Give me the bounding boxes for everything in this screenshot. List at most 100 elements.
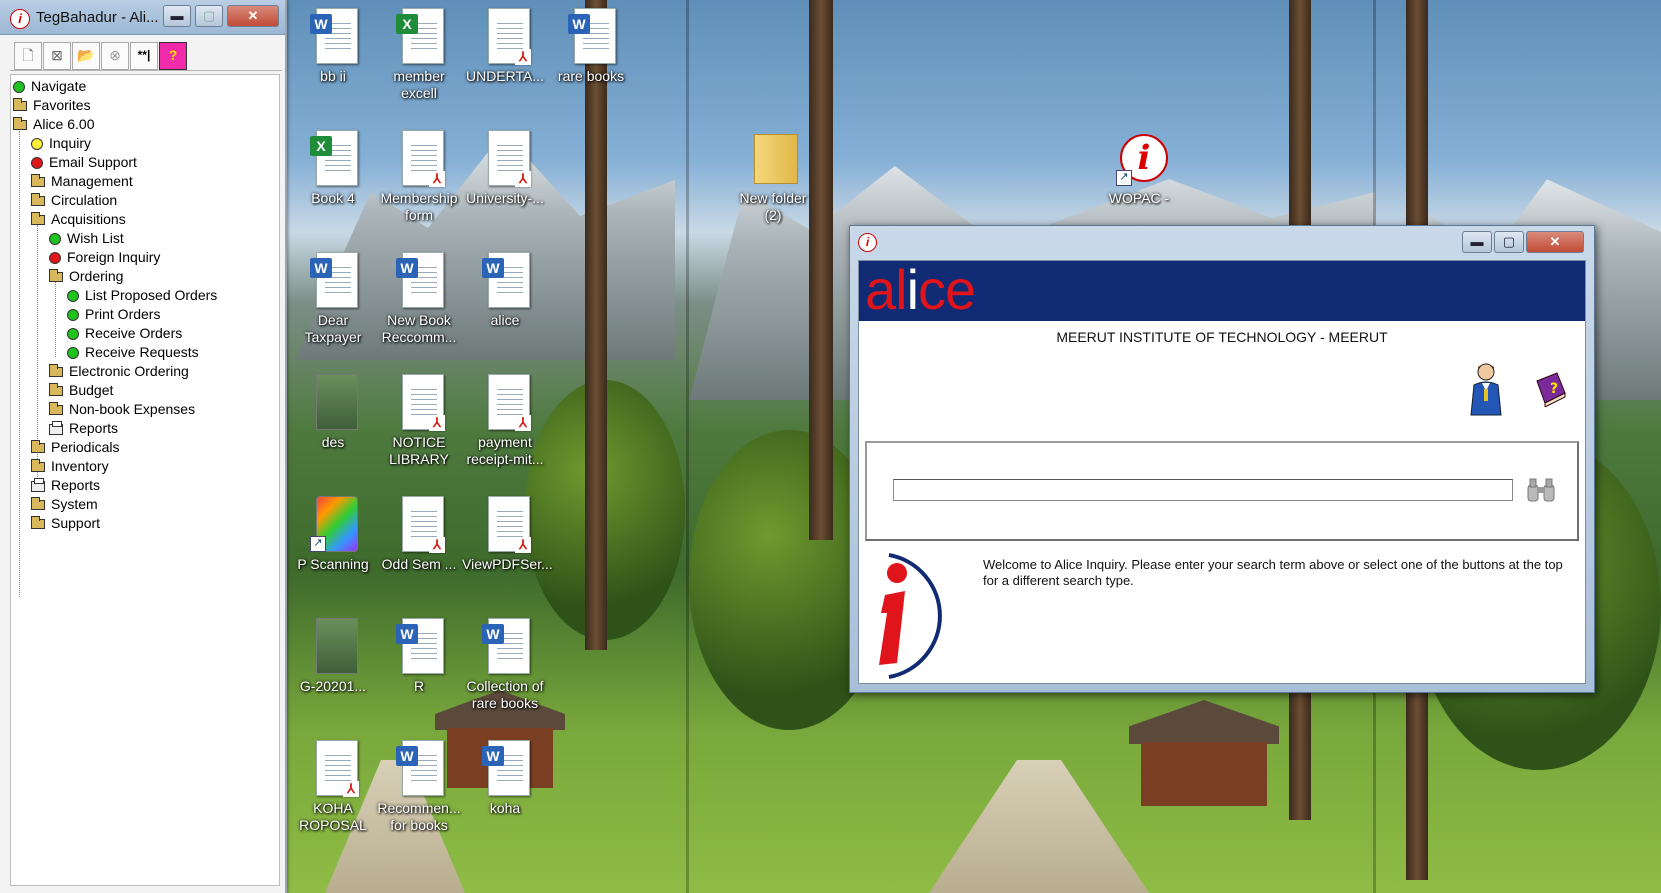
desktop-icon-label: koha (489, 800, 521, 816)
tree-connector (55, 281, 56, 357)
desktop-icon-excel[interactable]: X Book 4 (290, 130, 376, 207)
tree-item-email-support[interactable]: Email Support (31, 153, 137, 171)
desktop-icon-scanner[interactable]: ↗ P Scanning (290, 496, 376, 573)
librarian-icon[interactable] (1467, 361, 1505, 417)
desktop-icon-label: University-... (466, 190, 544, 206)
logo-part: al (865, 258, 908, 321)
help-icon[interactable]: ? (159, 42, 187, 70)
desktop-icon-word[interactable]: W New Book Reccomm... (376, 252, 462, 346)
tree-item-ordering[interactable]: Ordering (49, 267, 123, 285)
tree-item-electronic-ordering[interactable]: Electronic Ordering (49, 362, 189, 380)
desktop-icon-folder[interactable]: New folder (2) (730, 130, 816, 224)
tree-item-acquisitions[interactable]: Acquisitions (31, 210, 126, 228)
tree-item-reports[interactable]: Reports (49, 419, 118, 437)
tree-item-budget[interactable]: Budget (49, 381, 113, 399)
tree-item-system[interactable]: System (31, 495, 98, 513)
close-button[interactable]: ✕ (227, 5, 279, 27)
desktop-icon-pdf[interactable]: ⅄ UNDERTA... (462, 8, 548, 85)
tree-item-foreign-inquiry[interactable]: Foreign Inquiry (49, 248, 160, 266)
tree-item-non-book-expenses[interactable]: Non-book Expenses (49, 400, 195, 418)
tree-item-label: List Proposed Orders (85, 287, 218, 303)
tree-item-circulation[interactable]: Circulation (31, 191, 117, 209)
alice-banner: alice (859, 258, 1585, 321)
tree-item-label: Reports (69, 420, 119, 436)
desktop-icon-excel[interactable]: Xmember excell (376, 8, 462, 102)
desktop-icon-label: WOPAC - (1108, 190, 1170, 206)
pdf-file-icon: ⅄ (396, 130, 445, 187)
desktop-icon-label: UNDERTA... (465, 68, 545, 84)
tree-item-periodicals[interactable]: Periodicals (31, 438, 119, 456)
logo-part: ce (918, 258, 976, 321)
word-file-icon: W (310, 252, 358, 308)
desktop-icon-word[interactable]: Walice (462, 252, 548, 329)
maximize-button[interactable]: ▢ (195, 5, 223, 27)
tree-item-receive-orders[interactable]: Receive Orders (67, 324, 182, 342)
help-book-icon[interactable]: ? (1533, 371, 1567, 407)
tree-item-label: Reports (51, 477, 101, 493)
desktop-icon-word[interactable]: Wkoha (462, 740, 548, 817)
red-dot-icon (31, 157, 43, 170)
tree-item-favorites[interactable]: Favorites (13, 96, 91, 114)
search-input[interactable] (893, 479, 1513, 501)
desktop-icon-word[interactable]: W Collection of rare books (462, 618, 548, 712)
desktop-icon-label: P Scanning (297, 556, 369, 572)
word-file-icon: W (310, 8, 358, 64)
desktop-icon-label: Recommen... for books (377, 800, 461, 833)
inquiry-titlebar[interactable]: i ▬ ▢ ✕ (850, 226, 1594, 256)
tree-item-label: Non-book Expenses (69, 401, 196, 417)
printer-icon (49, 420, 63, 435)
desktop-icon-pdf[interactable]: ⅄ KOHA ROPOSAL (290, 740, 376, 834)
tree-item-label: System (51, 496, 98, 512)
tree-item-label: Inventory (51, 458, 109, 474)
desktop-icon-shortcut[interactable]: i ↗ WOPAC - (1096, 130, 1182, 207)
maximize-button[interactable]: ▢ (1494, 231, 1524, 253)
tree-item-management[interactable]: Management (31, 172, 133, 190)
folder-file-icon (750, 130, 798, 186)
minimize-button[interactable]: ▬ (1462, 231, 1492, 253)
desktop-icon-word[interactable]: WR (376, 618, 462, 695)
tree-item-list-proposed-orders[interactable]: List Proposed Orders (67, 286, 217, 304)
tree-item-receive-requests[interactable]: Receive Requests (67, 343, 199, 361)
desktop-icon-pdf[interactable]: ⅄ Membership form (376, 130, 462, 224)
desktop-icon-label: Odd Sem ... (381, 556, 457, 572)
desktop-icon-label: payment receipt-mit... (466, 434, 544, 467)
tree-item-inventory[interactable]: Inventory (31, 457, 109, 475)
binoculars-search-icon[interactable] (1525, 477, 1557, 503)
desktop-icon-image[interactable]: des (290, 374, 376, 451)
navigator-toolbar: 🗋 ⊠ 📂 ⊗ **| ? (10, 40, 282, 71)
green-dot-icon (13, 81, 25, 94)
desktop-icon-label: member excell (393, 68, 445, 101)
desktop-icon-pdf[interactable]: ⅄ Odd Sem ... (376, 496, 462, 573)
desktop-icon-word[interactable]: W Dear Taxpayer (290, 252, 376, 346)
keyword-icon[interactable]: **| (130, 42, 158, 70)
tree-item-alice-6-00[interactable]: Alice 6.00 (13, 115, 94, 133)
tree-item-label: Receive Orders (85, 325, 183, 341)
stop-icon[interactable]: ⊗ (101, 42, 129, 70)
folder-icon (31, 497, 45, 511)
tree-item-print-orders[interactable]: Print Orders (67, 305, 160, 323)
desktop-icon-pdf[interactable]: ⅄ University-... (462, 130, 548, 207)
word-file-icon: W (396, 618, 444, 674)
navigator-titlebar[interactable]: i TegBahadur - Ali... ▬ ▢ ✕ (0, 0, 285, 35)
desktop-icon-word[interactable]: W Recommen... for books (376, 740, 462, 834)
new-doc-icon[interactable]: 🗋 (14, 42, 42, 70)
tree-item-support[interactable]: Support (31, 514, 100, 532)
desktop-icon-pdf[interactable]: ⅄ NOTICE LIBRARY (376, 374, 462, 468)
desktop-icon-word[interactable]: Wrare books (548, 8, 634, 85)
tree-item-reports[interactable]: Reports (31, 476, 100, 494)
desktop-icon-image[interactable]: G-20201... (290, 618, 376, 695)
close-button[interactable]: ✕ (1526, 231, 1584, 253)
inquiry-client-area: alice MEERUT INSTITUTE OF TECHNOLOGY - M… (858, 258, 1586, 684)
desktop-icon-label: Collection of rare books (466, 678, 544, 711)
desktop-icon-pdf[interactable]: ⅄ ViewPDFSer... (462, 496, 553, 573)
desktop-icon-label: Book 4 (311, 190, 355, 206)
minimize-button[interactable]: ▬ (163, 5, 191, 27)
open-folder-icon[interactable]: 📂 (72, 42, 100, 70)
desktop-icon-word[interactable]: Wbb ii (290, 8, 376, 85)
tree-item-inquiry[interactable]: Inquiry (31, 134, 91, 152)
desktop-icon-pdf[interactable]: ⅄ payment receipt-mit... (462, 374, 548, 468)
delete-doc-icon[interactable]: ⊠ (43, 42, 71, 70)
tree-item-navigate[interactable]: Navigate (13, 77, 86, 95)
tree-item-wish-list[interactable]: Wish List (49, 229, 124, 247)
desktop-icon-label: rare books (557, 68, 625, 84)
